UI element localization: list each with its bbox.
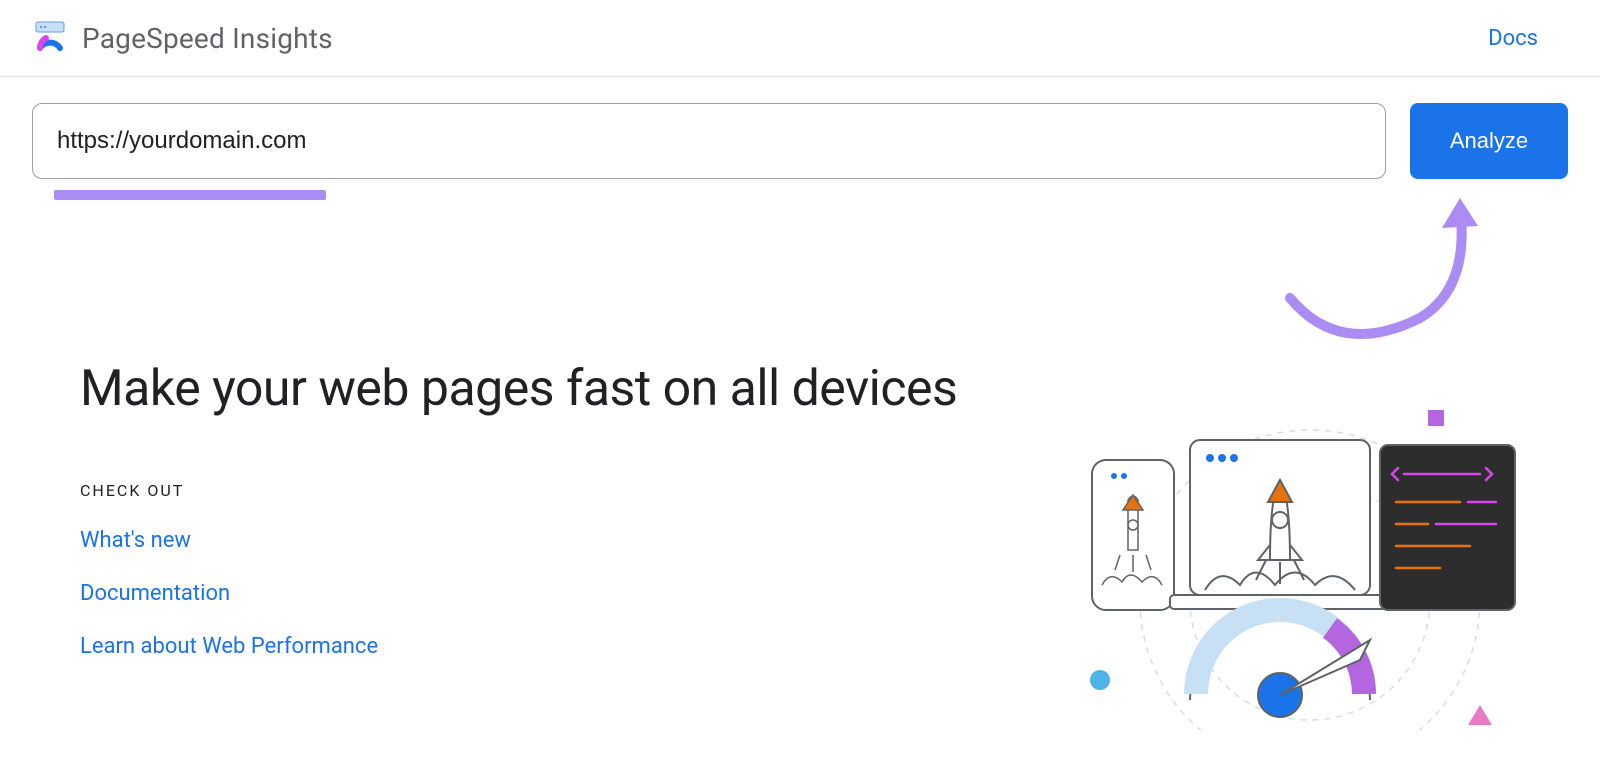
brand[interactable]: PageSpeed Insights bbox=[32, 18, 333, 58]
pagespeed-logo-icon bbox=[32, 18, 68, 58]
docs-link[interactable]: Docs bbox=[1488, 26, 1538, 51]
annotation-underline bbox=[54, 190, 326, 200]
url-input[interactable] bbox=[32, 103, 1386, 179]
hero-illustration-icon bbox=[1060, 410, 1540, 730]
search-row: Analyze bbox=[0, 77, 1600, 179]
brand-title: PageSpeed Insights bbox=[82, 22, 333, 55]
header: PageSpeed Insights Docs bbox=[0, 0, 1600, 77]
analyze-button[interactable]: Analyze bbox=[1410, 103, 1568, 179]
